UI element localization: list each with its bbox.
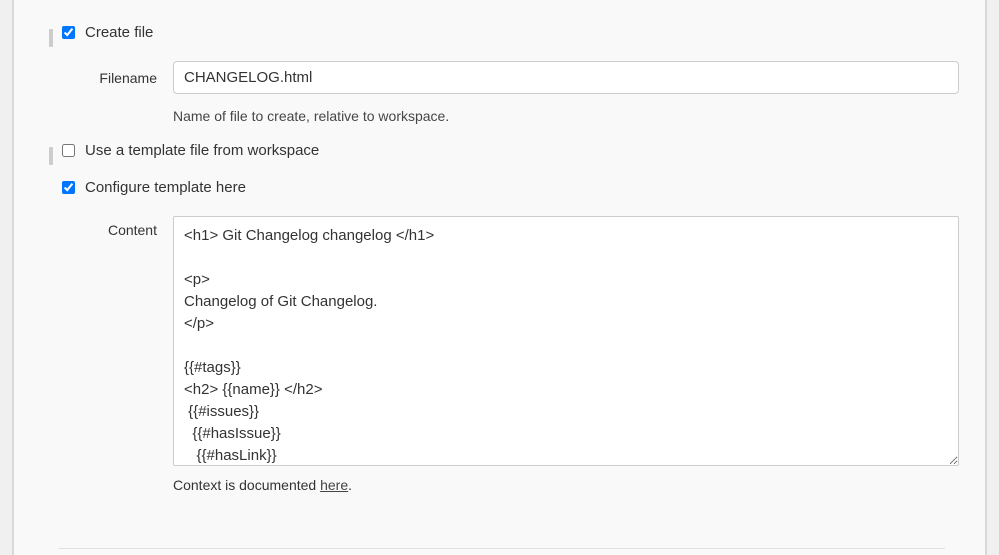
gutter-use-template: [44, 142, 58, 165]
content-textarea[interactable]: [173, 216, 959, 466]
section-divider: [58, 548, 945, 549]
content-row: Content Context is documented here.: [44, 216, 959, 493]
textarea-resize-handle[interactable]: [546, 466, 586, 471]
create-file-row: Create file: [44, 24, 959, 47]
filename-row: Filename: [44, 61, 959, 94]
use-template-checkbox[interactable]: [62, 144, 75, 157]
panel-border-right: [985, 0, 987, 555]
content-doc-text: Context is documented: [173, 477, 320, 493]
content-doc-link[interactable]: here: [320, 477, 348, 493]
use-template-label: Use a template file from workspace: [85, 142, 319, 159]
configure-template-checkbox-area: Configure template here: [58, 179, 959, 196]
gutter-bar: [49, 29, 53, 47]
use-template-checkbox-area: Use a template file from workspace: [58, 142, 959, 159]
filename-help: Name of file to create, relative to work…: [173, 108, 959, 124]
content-label: Content: [58, 216, 173, 238]
configure-template-checkbox[interactable]: [62, 181, 75, 194]
filename-label: Filename: [58, 70, 173, 86]
create-file-label: Create file: [85, 24, 153, 41]
create-file-checkbox[interactable]: [62, 26, 75, 39]
gutter-create-file: [44, 24, 58, 47]
filename-input[interactable]: [173, 61, 959, 94]
content-doc-row: Context is documented here.: [173, 477, 959, 493]
configure-template-label: Configure template here: [85, 179, 246, 196]
filename-help-row: Name of file to create, relative to work…: [44, 102, 959, 124]
create-file-checkbox-area: Create file: [58, 24, 959, 41]
use-template-row: Use a template file from workspace: [44, 142, 959, 165]
config-panel: Create file Filename Name of file to cre…: [14, 0, 985, 555]
content-doc-suffix: .: [348, 477, 352, 493]
configure-template-row: Configure template here: [44, 179, 959, 202]
gutter-bar: [49, 147, 53, 165]
